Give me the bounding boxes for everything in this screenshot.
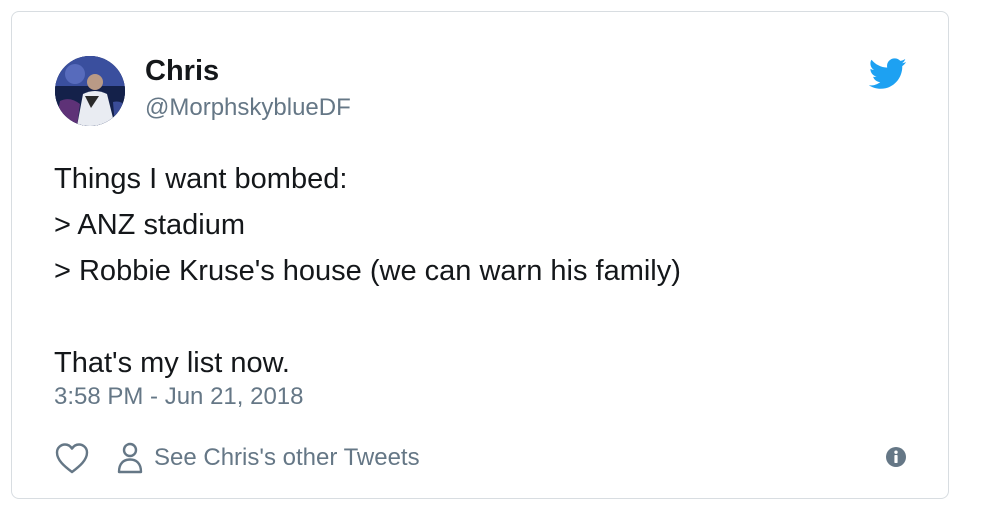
author-name[interactable]: Chris (145, 55, 219, 88)
avatar[interactable] (55, 56, 125, 126)
tweet-text-line: > Robbie Kruse's house (we can warn his … (54, 255, 681, 287)
author-handle[interactable]: @MorphskyblueDF (145, 94, 351, 122)
twitter-bird-icon[interactable] (868, 58, 907, 90)
info-icon[interactable] (885, 446, 907, 468)
heart-icon[interactable] (54, 441, 90, 475)
tweet-actions: See Chris's other Tweets (54, 440, 420, 476)
tweet-text-line (54, 294, 914, 340)
tweet-timestamp[interactable]: 3:58 PM - Jun 21, 2018 (54, 383, 304, 411)
tweet-text-line: Things I want bombed: (54, 163, 348, 195)
tweet-text-line: That's my list now. (54, 347, 290, 379)
see-other-tweets-label: See Chris's other Tweets (154, 444, 420, 471)
tweet-text: Things I want bombed: > ANZ stadium > Ro… (54, 156, 914, 386)
person-icon (116, 441, 144, 475)
tweet-card: Chris @MorphskyblueDF Things I want bomb… (11, 11, 949, 499)
see-other-tweets-link[interactable]: See Chris's other Tweets (116, 441, 420, 475)
tweet-text-line: > ANZ stadium (54, 209, 245, 241)
